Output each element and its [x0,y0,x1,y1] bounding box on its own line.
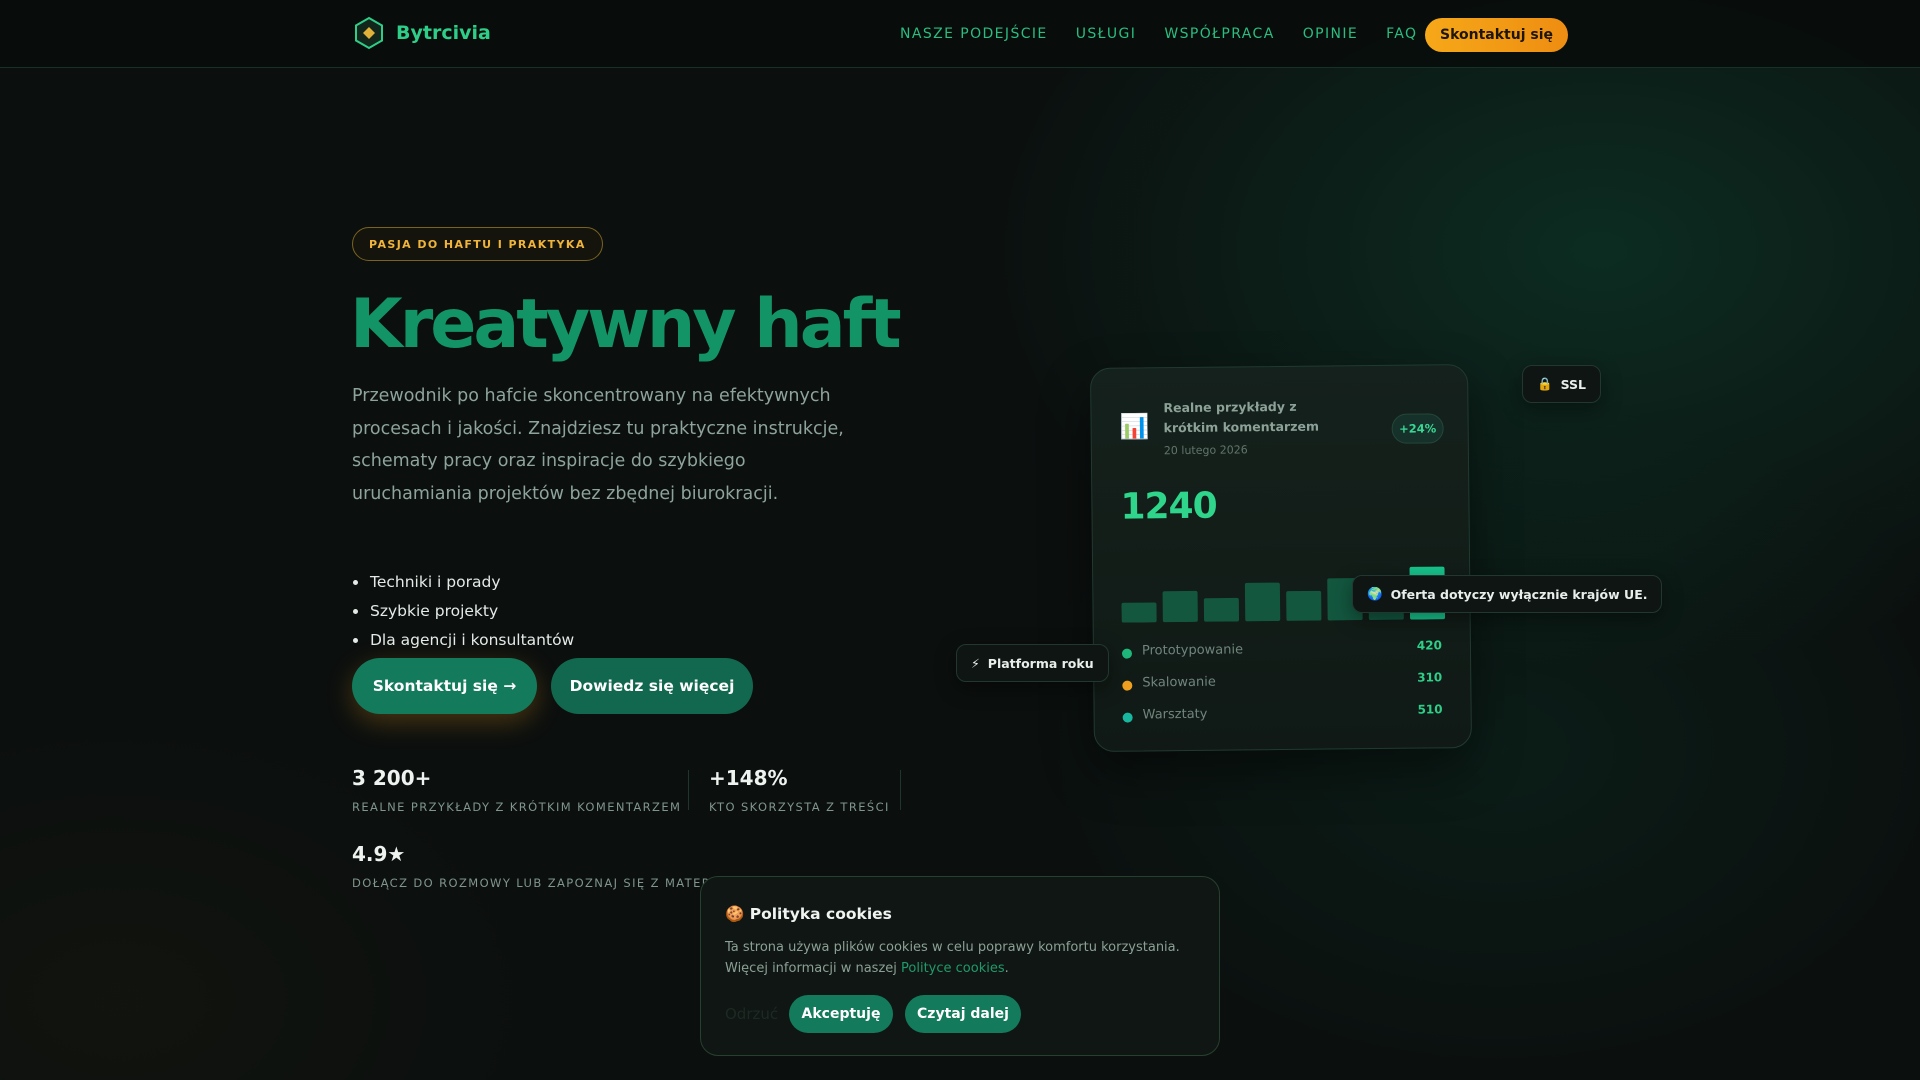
stat-divider [688,770,689,810]
cookie-accept-button[interactable]: Akceptuję [789,995,893,1033]
legend-label: Skalowanie [1142,674,1216,691]
chart-bar [1203,597,1240,622]
legend-dot [1122,712,1133,723]
dashboard-card: 📊 Realne przykłady z krótkim komentarzem… [1089,364,1473,752]
feature-item: Techniki i porady [352,568,574,597]
platform-label: Platforma roku [987,655,1094,671]
chart-bar [1162,590,1198,623]
globe-icon: 🌍 [1367,586,1383,601]
brand-name: Bytrcivia [396,22,491,44]
cookie-banner: 🍪 Polityka cookies Ta strona używa plikó… [700,876,1220,1056]
legend-dot [1121,648,1133,659]
eu-offer-label: Oferta dotyczy wyłącznie krajów UE. [1390,586,1648,602]
ssl-label: SSL [1560,376,1586,392]
stat-value: +148% [709,766,788,790]
cookie-title-text: Polityka cookies [749,905,892,923]
legend-row: Warsztaty 510 [1122,699,1443,734]
legend-dot [1122,680,1133,691]
cookie-reject-button[interactable]: Odrzuć [725,1005,778,1023]
nav-link-reviews[interactable]: OPINIE [1303,26,1358,42]
lock-icon: 🔒 [1537,376,1553,391]
stat-label: REALNE PRZYKŁADY Z KRÓTKIM KOMENTARZEM [352,800,682,814]
feature-item: Dla agencji i konsultantów [352,626,574,655]
cookie-read-more-button[interactable]: Czytaj dalej [905,995,1021,1033]
brand-logo[interactable]: Bytrcivia [352,16,491,50]
cookie-title: 🍪 Polityka cookies [725,905,892,923]
ssl-chip: 🔒 SSL [1522,365,1601,403]
chart-bar [1244,582,1281,622]
chart-legend: Prototypowanie 420 Skalowanie 310 Warszt… [1121,635,1443,734]
chart-bar [1286,590,1322,621]
cookie-text-end: . [1004,961,1009,976]
main-nav: NASZE PODEJŚCIE USŁUGI WSPÓŁPRACA OPINIE… [900,26,1417,42]
nav-link-faq[interactable]: FAQ [1386,26,1417,42]
nav-contact-button[interactable]: Skontaktuj się [1425,18,1568,52]
chart-bar [1121,602,1157,623]
feature-list: Techniki i porady Szybkie projekty Dla a… [352,568,574,655]
platform-chip: ⚡ Platforma roku [956,644,1109,682]
cookie-icon: 🍪 [725,905,745,923]
cookie-policy-link[interactable]: Polityce cookies [901,961,1005,976]
hero-badge: PASJA DO HAFTU I PRAKTYKA [352,227,603,261]
legend-row: Skalowanie 310 [1122,667,1442,702]
card-title: Realne przykłady z krótkim komentarzem [1163,398,1320,436]
stat-label: DOŁĄCZ DO ROZMOWY LUB ZAPOZNAJ SIĘ Z MAT… [352,876,726,890]
legend-value: 310 [1417,670,1443,685]
stat-value: 3 200+ [352,766,432,790]
feature-item: Szybkie projekty [352,597,574,626]
growth-badge: +24% [1391,413,1444,444]
lightning-icon: ⚡ [971,655,980,671]
hero-description: Przewodnik po hafcie skoncentrowany na e… [352,386,844,504]
stat-label: KTO SKORZYSTA Z TREŚCI [709,800,890,814]
legend-label: Warsztaty [1142,706,1208,723]
legend-label: Prototypowanie [1141,642,1244,659]
top-navbar: Bytrcivia NASZE PODEJŚCIE USŁUGI WSPÓŁPR… [0,0,1920,68]
legend-row: Prototypowanie 420 [1121,635,1442,670]
learn-more-button[interactable]: Dowiedz się więcej [551,658,753,714]
nav-link-cooperation[interactable]: WSPÓŁPRACA [1164,26,1274,42]
hexagon-diamond-icon [355,16,383,50]
stat-examples: 3 200+ REALNE PRZYKŁADY Z KRÓTKIM KOMENT… [352,766,681,814]
bar-chart-icon: 📊 [1119,412,1150,441]
stat-divider [900,770,901,810]
eu-offer-chip: 🌍 Oferta dotyczy wyłącznie krajów UE. [1352,575,1663,613]
cookie-text: Ta strona używa plików cookies w celu po… [725,937,1205,979]
hero-title: Kreatywny haft [350,285,902,364]
nav-link-services[interactable]: USŁUGI [1076,26,1137,42]
legend-value: 420 [1416,638,1442,653]
stat-rating: 4.9★ DOŁĄCZ DO ROZMOWY LUB ZAPOZNAJ SIĘ … [352,842,725,890]
stat-growth: +148% KTO SKORZYSTA Z TREŚCI [709,766,890,814]
nav-link-approach[interactable]: NASZE PODEJŚCIE [900,26,1048,42]
card-date: 20 lutego 2026 [1163,443,1248,458]
card-metric-value: 1240 [1120,485,1217,528]
legend-value: 510 [1417,702,1443,717]
contact-button[interactable]: Skontaktuj się → [352,658,537,714]
stat-value: 4.9★ [352,842,406,866]
